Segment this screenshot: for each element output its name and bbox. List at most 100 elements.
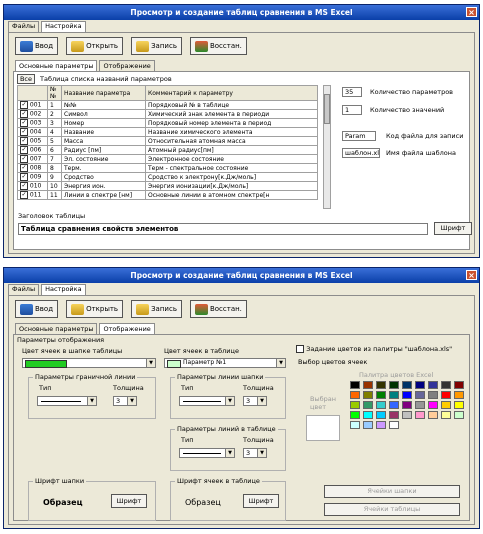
checkbox-checked-icon[interactable]: ✓ bbox=[20, 137, 28, 145]
row-code-cell[interactable]: ✓ 006 bbox=[17, 145, 48, 155]
restore-button[interactable]: Восстан. bbox=[189, 37, 247, 55]
param-count-input[interactable]: 35 bbox=[342, 87, 362, 97]
save-button[interactable]: Запись bbox=[131, 300, 182, 318]
close-button[interactable]: × bbox=[466, 7, 477, 17]
border-type-dropdown[interactable]: ▼ bbox=[37, 396, 97, 406]
table-font-button[interactable]: Шрифт bbox=[243, 494, 279, 508]
palette-swatch[interactable] bbox=[389, 411, 399, 419]
row-comment[interactable]: Сродство к электрону[к.Дж/моль] bbox=[145, 172, 318, 182]
scroll-thumb[interactable] bbox=[324, 94, 330, 124]
row-comment[interactable]: Порядковый № в таблице bbox=[145, 100, 318, 110]
palette-swatch[interactable] bbox=[363, 401, 373, 409]
file-code-input[interactable]: Param bbox=[342, 131, 376, 141]
open-button[interactable]: Открыть bbox=[66, 300, 124, 318]
chevron-down-icon[interactable]: ▼ bbox=[257, 397, 266, 405]
row-comment[interactable]: Терм - спектральное состояние bbox=[145, 163, 318, 173]
palette-swatch[interactable] bbox=[402, 391, 412, 399]
table-row[interactable]: ✓ 003 3 Номер Порядковый номер элемента в п… bbox=[17, 118, 318, 128]
chevron-down-icon[interactable]: ▼ bbox=[146, 359, 155, 367]
tab-files[interactable]: Файлы bbox=[8, 284, 40, 295]
palette-swatch[interactable] bbox=[428, 411, 438, 419]
row-comment[interactable]: Основные линии в атомном спектре[н bbox=[145, 190, 318, 200]
palette-swatch[interactable] bbox=[428, 381, 438, 389]
header-cells-button[interactable]: Ячейки шапки bbox=[324, 485, 460, 498]
table-row[interactable]: ✓ 007 7 Эл. состояние Электронное состояние bbox=[17, 154, 318, 164]
value-count-input[interactable]: 1 bbox=[342, 105, 362, 115]
table-row[interactable]: ✓ 010 10 Энергия ион. Энергия ионизации[к.Д… bbox=[17, 181, 318, 191]
header-color-dropdown[interactable]: ▼ bbox=[22, 358, 156, 368]
palette-swatch[interactable] bbox=[454, 391, 464, 399]
input-button[interactable]: Ввод bbox=[15, 37, 59, 55]
row-code-cell[interactable]: ✓ 011 bbox=[17, 190, 48, 200]
chevron-down-icon[interactable]: ▼ bbox=[257, 449, 266, 457]
border-thickness-dropdown[interactable]: 3 ▼ bbox=[113, 396, 137, 406]
palette-swatch[interactable] bbox=[454, 411, 464, 419]
header-line-type-dropdown[interactable]: ▼ bbox=[179, 396, 235, 406]
header-line-thickness-dropdown[interactable]: 3 ▼ bbox=[243, 396, 267, 406]
table-row[interactable]: ✓ 011 11 Линии в спектре [нм] Основные лини… bbox=[17, 190, 318, 200]
row-name[interactable]: Название bbox=[61, 127, 146, 137]
checkbox-checked-icon[interactable]: ✓ bbox=[20, 164, 28, 172]
chevron-down-icon[interactable]: ▼ bbox=[225, 397, 234, 405]
palette-swatch[interactable] bbox=[389, 401, 399, 409]
palette-swatch[interactable] bbox=[350, 391, 360, 399]
palette-swatch[interactable] bbox=[363, 391, 373, 399]
palette-swatch[interactable] bbox=[350, 421, 360, 429]
checkbox-checked-icon[interactable]: ✓ bbox=[20, 146, 28, 154]
row-name[interactable]: Радиус [пм] bbox=[61, 145, 146, 155]
palette-swatch[interactable] bbox=[415, 391, 425, 399]
input-button[interactable]: Ввод bbox=[15, 300, 59, 318]
palette-swatch[interactable] bbox=[428, 401, 438, 409]
row-code-cell[interactable]: ✓ 004 bbox=[17, 127, 48, 137]
row-code-cell[interactable]: ✓ 003 bbox=[17, 118, 48, 128]
palette-swatch[interactable] bbox=[363, 421, 373, 429]
row-code-cell[interactable]: ✓ 007 bbox=[17, 154, 48, 164]
row-comment[interactable]: Порядковый номер элемента в период bbox=[145, 118, 318, 128]
table-line-type-dropdown[interactable]: ▼ bbox=[179, 448, 235, 458]
row-name[interactable]: Номер bbox=[61, 118, 146, 128]
palette-swatch[interactable] bbox=[441, 391, 451, 399]
table-row[interactable]: ✓ 009 9 Сродство Сродство к электрону[к.Дж/… bbox=[17, 172, 318, 182]
row-name[interactable]: Энергия ион. bbox=[61, 181, 146, 191]
tab-main-params[interactable]: Основные параметры bbox=[15, 323, 98, 334]
row-code-cell[interactable]: ✓ 002 bbox=[17, 109, 48, 119]
palette-swatch[interactable] bbox=[350, 401, 360, 409]
table-row[interactable]: ✓ 001 1 №№ Порядковый № в таблице bbox=[17, 100, 318, 110]
palette-swatch[interactable] bbox=[402, 411, 412, 419]
row-name[interactable]: Терм. bbox=[61, 163, 146, 173]
checkbox-checked-icon[interactable]: ✓ bbox=[20, 173, 28, 181]
palette-swatch[interactable] bbox=[428, 391, 438, 399]
table-cells-button[interactable]: Ячейки таблицы bbox=[324, 503, 460, 516]
palette-swatch[interactable] bbox=[376, 381, 386, 389]
table-scrollbar[interactable] bbox=[323, 85, 331, 209]
palette-swatch[interactable] bbox=[415, 401, 425, 409]
chevron-down-icon[interactable]: ▼ bbox=[276, 359, 285, 367]
palette-swatch[interactable] bbox=[389, 391, 399, 399]
palette-swatch[interactable] bbox=[441, 411, 451, 419]
checkbox-checked-icon[interactable]: ✓ bbox=[20, 191, 28, 199]
row-comment[interactable]: Энергия ионизации[к.Дж/моль] bbox=[145, 181, 318, 191]
row-comment[interactable]: Относительная атомная масса bbox=[145, 136, 318, 146]
checkbox-box[interactable] bbox=[296, 345, 304, 353]
chevron-down-icon[interactable]: ▼ bbox=[225, 449, 234, 457]
row-code-cell[interactable]: ✓ 001 bbox=[17, 100, 48, 110]
checkbox-checked-icon[interactable]: ✓ bbox=[20, 182, 28, 190]
palette-swatch[interactable] bbox=[454, 381, 464, 389]
checkbox-checked-icon[interactable]: ✓ bbox=[20, 101, 28, 109]
row-code-cell[interactable]: ✓ 010 bbox=[17, 181, 48, 191]
table-row[interactable]: ✓ 005 5 Масса Относительная атомная масса bbox=[17, 136, 318, 146]
tab-display[interactable]: Отображение bbox=[99, 323, 155, 334]
checkbox-checked-icon[interactable]: ✓ bbox=[20, 128, 28, 136]
palette-swatch[interactable] bbox=[376, 411, 386, 419]
row-code-cell[interactable]: ✓ 008 bbox=[17, 163, 48, 173]
palette-swatch[interactable] bbox=[389, 381, 399, 389]
palette-swatch[interactable] bbox=[402, 401, 412, 409]
palette-checkbox[interactable]: Задание цветов из палитры "шаблона.xls" bbox=[296, 345, 452, 353]
palette-swatch[interactable] bbox=[376, 391, 386, 399]
table-color-dropdown[interactable]: Параметр №1 ▼ bbox=[164, 358, 286, 368]
table-header-input[interactable]: Таблица сравнения свойств элементов bbox=[18, 223, 428, 235]
tab-display[interactable]: Отображение bbox=[99, 60, 155, 71]
row-code-cell[interactable]: ✓ 005 bbox=[17, 136, 48, 146]
table-line-thickness-dropdown[interactable]: 3 ▼ bbox=[243, 448, 267, 458]
restore-button[interactable]: Восстан. bbox=[189, 300, 247, 318]
